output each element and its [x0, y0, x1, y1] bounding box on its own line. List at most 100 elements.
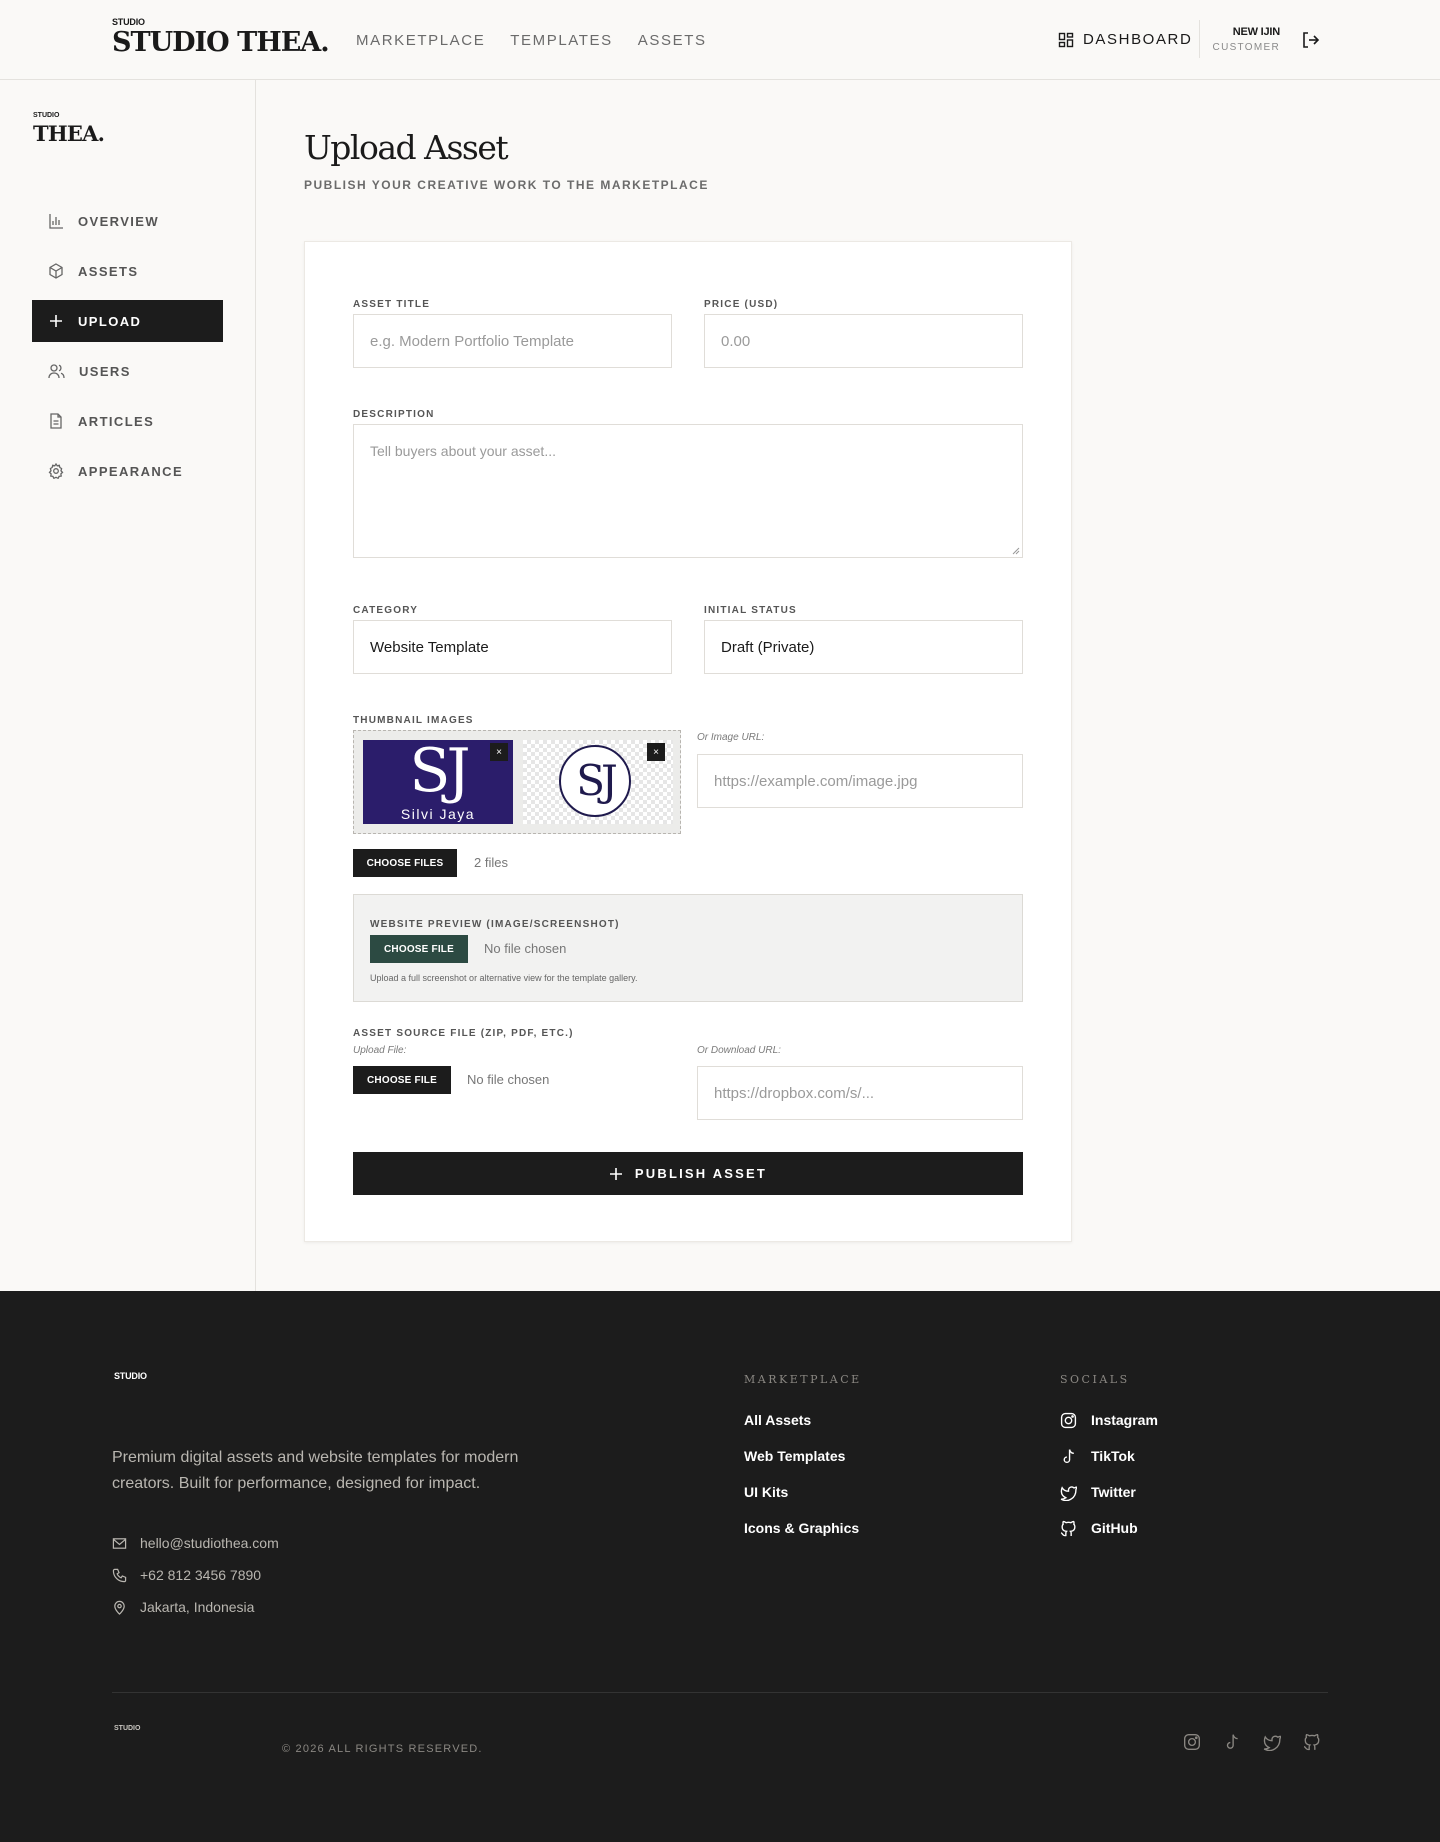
brand-small-text: STUDIO	[112, 17, 145, 27]
choose-thumbnail-files-button[interactable]: CHOOSE FILES	[353, 849, 457, 877]
sidebar: STUDIO THEA. OVERVIEW ASSETS UPLOAD USER…	[0, 80, 256, 1291]
image-url-label: Or Image URL:	[697, 732, 765, 743]
sidebar-item-label: OVERVIEW	[78, 213, 160, 229]
description-textarea[interactable]: Tell buyers about your asset...	[353, 424, 1023, 558]
sidebar-brand[interactable]: STUDIO THEA.	[33, 112, 105, 146]
sidebar-brand-name: THEA.	[33, 121, 105, 146]
remove-thumbnail-2-button[interactable]: ×	[647, 743, 665, 761]
dashboard-link[interactable]: DASHBOARD	[1058, 31, 1192, 48]
chart-icon	[49, 214, 63, 229]
sidebar-item-label: ARTICLES	[78, 413, 155, 429]
choose-source-file-button[interactable]: CHOOSE FILE	[353, 1066, 451, 1094]
download-url-input[interactable]: https://dropbox.com/s/...	[697, 1066, 1023, 1120]
nav-marketplace[interactable]: MARKETPLACE	[356, 32, 485, 49]
nav-templates[interactable]: TEMPLATES	[510, 32, 612, 49]
top-header: STUDIO STUDIO THEA. MARKETPLACE TEMPLATE…	[0, 0, 1440, 80]
box-icon	[49, 263, 63, 279]
website-preview-box: WEBSITE PREVIEW (IMAGE/SCREENSHOT) CHOOS…	[353, 894, 1023, 1002]
footer-link-web-templates[interactable]: Web Templates	[744, 1438, 859, 1474]
preview-file-status: No file chosen	[484, 941, 567, 956]
upload-file-label: Upload File:	[353, 1045, 407, 1056]
users-icon	[48, 364, 65, 379]
phone-icon	[112, 1568, 127, 1582]
user-info: NEW IJIN CUSTOMER	[1200, 26, 1281, 53]
preview-help-text: Upload a full screenshot or alternative …	[370, 973, 638, 983]
footer-link-all-assets[interactable]: All Assets	[744, 1402, 859, 1438]
initial-status-select[interactable]: Draft (Private)	[704, 620, 1023, 674]
sidebar-item-appearance[interactable]: APPEARANCE	[32, 450, 223, 492]
sidebar-item-users[interactable]: USERS	[32, 350, 223, 392]
publish-label: PUBLISH ASSET	[634, 1166, 768, 1181]
copyright-text: © 2026 ALL RIGHTS RESERVED.	[282, 1743, 483, 1755]
upload-form-card: ASSET TITLE e.g. Modern Portfolio Templa…	[304, 241, 1072, 1242]
footer-divider	[112, 1692, 1328, 1693]
instagram-icon[interactable]	[1183, 1733, 1201, 1751]
footer-link-ui-kits[interactable]: UI Kits	[744, 1474, 859, 1510]
price-input[interactable]: 0.00	[704, 314, 1023, 368]
footer-link-github[interactable]: GitHub	[1060, 1510, 1158, 1546]
footer-phone[interactable]: +62 812 3456 7890	[112, 1559, 279, 1591]
sidebar-item-label: ASSETS	[78, 263, 139, 279]
publish-asset-button[interactable]: PUBLISH ASSET	[353, 1152, 1023, 1195]
footer: STUDIO Premium digital assets and websit…	[0, 1291, 1440, 1842]
github-icon[interactable]	[1303, 1733, 1321, 1751]
thumbnail-files-status: 2 files	[474, 855, 508, 870]
category-label: CATEGORY	[353, 605, 419, 616]
footer-link-icons-graphics[interactable]: Icons & Graphics	[744, 1510, 859, 1546]
remove-thumbnail-1-button[interactable]: ×	[490, 743, 508, 761]
brand-name: STUDIO THEA.	[112, 27, 330, 58]
logout-icon[interactable]	[1300, 30, 1320, 50]
brand-logo[interactable]: STUDIO STUDIO THEA.	[112, 17, 330, 58]
tiktok-label: TikTok	[1091, 1448, 1135, 1464]
sidebar-item-upload[interactable]: UPLOAD	[32, 300, 223, 342]
footer-link-tiktok[interactable]: TikTok	[1060, 1438, 1158, 1474]
footer-location: Jakarta, Indonesia	[112, 1591, 279, 1623]
plus-icon	[50, 315, 62, 327]
footer-email-text: hello@studiothea.com	[140, 1535, 279, 1551]
footer-brand[interactable]: STUDIO	[114, 1371, 147, 1381]
tiktok-icon[interactable]	[1223, 1733, 1241, 1751]
sidebar-item-articles[interactable]: ARTICLES	[32, 400, 223, 442]
price-label: PRICE (USD)	[704, 299, 779, 310]
description-label: DESCRIPTION	[353, 409, 435, 420]
page-title: Upload Asset	[304, 128, 509, 167]
dashboard-label: DASHBOARD	[1083, 31, 1193, 48]
tiktok-icon	[1063, 1448, 1074, 1463]
footer-social-icons	[1183, 1733, 1321, 1751]
user-role: CUSTOMER	[1212, 42, 1280, 53]
sidebar-item-overview[interactable]: OVERVIEW	[32, 200, 223, 242]
nav-assets[interactable]: ASSETS	[638, 32, 707, 49]
download-url-label: Or Download URL:	[697, 1045, 781, 1056]
twitter-label: Twitter	[1091, 1484, 1136, 1500]
footer-social-links: Instagram TikTok Twitter GitHub	[1060, 1402, 1158, 1546]
thumbnail-2-logo: SJ	[559, 745, 631, 817]
plus-icon	[609, 1167, 622, 1180]
description-placeholder: Tell buyers about your asset...	[370, 443, 556, 459]
instagram-icon	[1060, 1412, 1077, 1428]
resize-grip-icon[interactable]	[1011, 546, 1020, 555]
footer-email[interactable]: hello@studiothea.com	[112, 1527, 279, 1559]
footer-marketplace-heading: MARKETPLACE	[744, 1373, 862, 1386]
github-icon	[1060, 1520, 1076, 1536]
choose-preview-file-button[interactable]: CHOOSE FILE	[370, 935, 468, 963]
sidebar-item-label: APPEARANCE	[78, 463, 184, 479]
sidebar-item-assets[interactable]: ASSETS	[32, 250, 223, 292]
footer-contact: hello@studiothea.com +62 812 3456 7890 J…	[112, 1527, 279, 1623]
source-file-status: No file chosen	[467, 1072, 550, 1087]
footer-link-twitter[interactable]: Twitter	[1060, 1474, 1158, 1510]
map-pin-icon	[114, 1600, 125, 1615]
page-subtitle: PUBLISH YOUR CREATIVE WORK TO THE MARKET…	[304, 178, 709, 192]
github-label: GitHub	[1091, 1520, 1138, 1536]
category-select[interactable]: Website Template	[353, 620, 672, 674]
mail-icon	[112, 1537, 127, 1549]
asset-title-label: ASSET TITLE	[353, 299, 431, 310]
twitter-icon[interactable]	[1263, 1733, 1281, 1751]
twitter-icon	[1060, 1485, 1077, 1501]
sidebar-brand-small: STUDIO	[33, 112, 60, 119]
image-url-input[interactable]: https://example.com/image.jpg	[697, 754, 1023, 808]
footer-marketplace-links: All Assets Web Templates UI Kits Icons &…	[744, 1402, 859, 1546]
asset-title-input[interactable]: e.g. Modern Portfolio Template	[353, 314, 672, 368]
thumbnail-2-monogram: SJ	[576, 756, 618, 805]
footer-link-instagram[interactable]: Instagram	[1060, 1402, 1158, 1438]
footer-tagline: Premium digital assets and website templ…	[112, 1449, 519, 1492]
